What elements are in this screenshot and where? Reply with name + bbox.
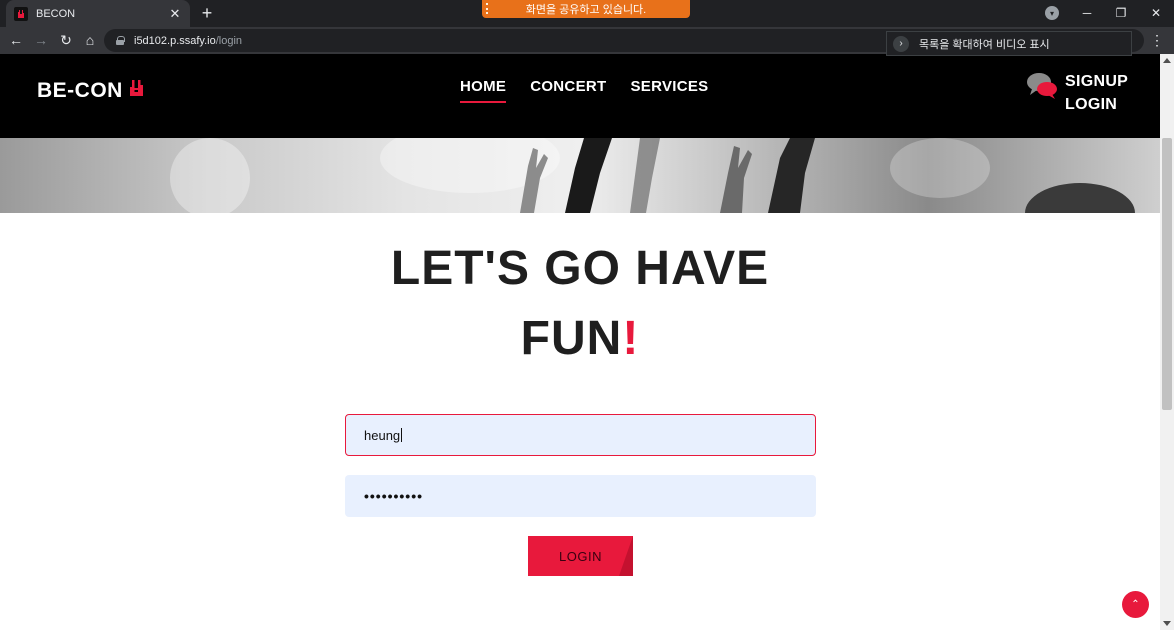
nav-concert[interactable]: CONCERT <box>530 78 606 103</box>
password-field[interactable]: •••••••••• <box>345 475 816 517</box>
new-tab-button[interactable]: + <box>198 3 216 23</box>
rock-hand-icon <box>127 78 147 103</box>
auth-links: SIGNUP LOGIN <box>1065 73 1128 114</box>
headline-exclamation: ! <box>622 312 640 365</box>
password-value: •••••••••• <box>364 488 424 504</box>
tab-title: BECON <box>36 7 76 20</box>
forward-icon[interactable]: → <box>31 30 51 50</box>
home-icon[interactable]: ⌂ <box>80 30 100 50</box>
lock-icon[interactable] <box>116 36 125 45</box>
page-headline: LET'S GO HAVE FUN! <box>0 234 1160 374</box>
page-viewport: BE-CON HOME CONCERT SERVICES SIGNUP LOGI… <box>0 54 1160 630</box>
pip-popup[interactable]: › 목록을 확대하여 비디오 표시 <box>886 31 1132 56</box>
login-link[interactable]: LOGIN <box>1065 96 1128 114</box>
pip-popup-text: 목록을 확대하여 비디오 표시 <box>919 38 1050 51</box>
main-nav: HOME CONCERT SERVICES <box>460 78 708 103</box>
tab-close-icon[interactable]: ✕ <box>168 6 182 22</box>
nav-services[interactable]: SERVICES <box>630 78 708 103</box>
login-button[interactable]: LOGIN <box>528 536 633 576</box>
headline-line-1: LET'S GO HAVE <box>390 242 770 295</box>
hero-banner-image <box>0 138 1160 213</box>
back-icon[interactable]: ← <box>6 30 26 50</box>
site-header: BE-CON HOME CONCERT SERVICES SIGNUP LOGI… <box>0 54 1160 138</box>
chevron-right-icon[interactable]: › <box>893 35 909 52</box>
url-host: i5d102.p.ssafy.io <box>134 34 216 47</box>
window-close-button[interactable]: ✕ <box>1144 2 1168 24</box>
scroll-to-top-button[interactable]: ⌃ <box>1122 591 1149 618</box>
chevron-up-icon: ⌃ <box>1131 599 1140 610</box>
scrollbar-thumb[interactable] <box>1162 138 1172 410</box>
browser-menu-icon[interactable]: ⋮ <box>1150 31 1164 49</box>
tab-search-icon[interactable]: ▾ <box>1045 6 1059 20</box>
scroll-up-arrow-icon[interactable] <box>1163 58 1171 63</box>
reload-icon[interactable]: ↻ <box>56 30 76 50</box>
username-value: heung <box>364 427 401 443</box>
chat-bubbles-icon[interactable] <box>1026 72 1058 105</box>
url-path: /login <box>215 34 243 47</box>
screen-share-banner[interactable]: 화면을 공유하고 있습니다. <box>482 0 690 18</box>
page-scrollbar[interactable] <box>1160 54 1174 630</box>
drag-handle-icon[interactable] <box>486 3 490 14</box>
headline-line-2: FUN! <box>0 304 1160 374</box>
concert-crowd-image <box>170 138 1135 213</box>
browser-tab[interactable]: BECON ✕ <box>6 0 190 27</box>
browser-tab-bar: BECON ✕ + 화면을 공유하고 있습니다. ▾ ─ ❐ ✕ <box>0 0 1174 27</box>
logo-text: BE-CON <box>37 78 123 102</box>
username-field[interactable]: heung <box>345 414 816 456</box>
signup-link[interactable]: SIGNUP <box>1065 73 1128 91</box>
screen-share-text: 화면을 공유하고 있습니다. <box>525 4 647 16</box>
minimize-button[interactable]: ─ <box>1075 2 1099 24</box>
nav-home[interactable]: HOME <box>460 78 507 103</box>
rock-hand-icon <box>14 6 28 21</box>
headline-line-2-text: FUN <box>520 312 623 365</box>
maximize-button[interactable]: ❐ <box>1109 2 1133 24</box>
login-form: heung •••••••••• LOGIN <box>345 414 816 576</box>
site-logo[interactable]: BE-CON <box>37 78 147 103</box>
text-caret <box>401 428 403 442</box>
scroll-down-arrow-icon[interactable] <box>1163 621 1171 626</box>
login-button-label: LOGIN <box>559 548 602 564</box>
